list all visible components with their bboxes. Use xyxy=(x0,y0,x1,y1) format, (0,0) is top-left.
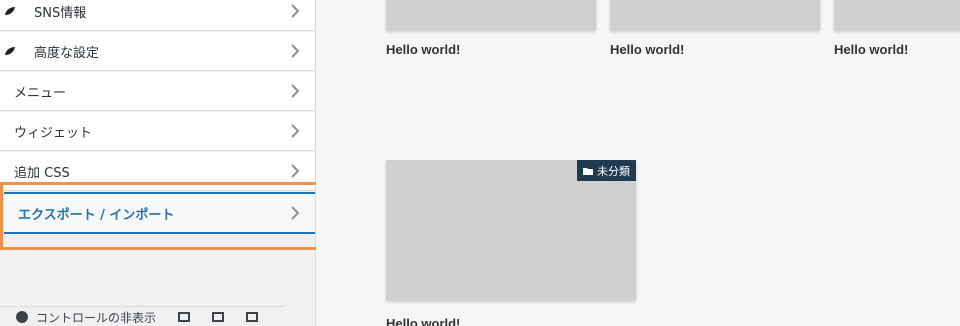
chevron-right-icon xyxy=(291,4,300,18)
post-card[interactable]: Hello world! xyxy=(386,0,596,57)
chevron-right-icon xyxy=(291,164,300,178)
sidebar-item-label: SNS情報 xyxy=(34,5,87,21)
sidebar-item-label: エクスポート / インポート xyxy=(18,207,175,223)
sidebar-item-label: メニュー xyxy=(14,85,67,101)
sidebar-item-export-import[interactable]: エクスポート / インポート xyxy=(4,192,315,234)
chevron-right-icon xyxy=(291,84,300,98)
tablet-preview-icon[interactable] xyxy=(212,312,225,322)
hide-controls-icon[interactable] xyxy=(16,311,28,323)
sidebar-item-advanced[interactable]: 高度な設定 xyxy=(0,32,315,71)
post-title[interactable]: Hello world! xyxy=(386,42,596,57)
post-thumbnail[interactable]: 未分類 xyxy=(386,160,636,300)
leaf-icon xyxy=(5,7,15,15)
sidebar-item-label: ウィジェット xyxy=(14,125,93,141)
sidebar-item-widgets[interactable]: ウィジェット xyxy=(0,112,315,151)
category-badge[interactable]: 未分類 xyxy=(577,160,636,181)
sidebar-item-label: 追加 CSS xyxy=(14,165,70,181)
sidebar-item-label: 高度な設定 xyxy=(34,45,100,61)
post-thumbnail[interactable] xyxy=(386,0,596,30)
leaf-icon xyxy=(5,47,15,55)
folder-icon xyxy=(583,167,593,175)
post-title[interactable]: Hello world! xyxy=(610,42,820,57)
category-label: 未分類 xyxy=(597,164,630,178)
chevron-right-icon xyxy=(291,206,300,220)
site-preview: Hello world! Hello world! Hello world! 未… xyxy=(316,0,960,326)
post-card[interactable]: Hello world! xyxy=(834,0,960,57)
post-thumbnail[interactable] xyxy=(610,0,820,30)
customizer-sidebar: SNS情報 高度な設定 メニュー ウィジェット 追加 CSS エクスポート / … xyxy=(0,0,316,326)
mobile-preview-icon[interactable] xyxy=(246,312,259,322)
customizer-footer: コントロールの非表示 xyxy=(0,306,285,326)
post-card[interactable]: Hello world! xyxy=(610,0,820,57)
desktop-preview-icon[interactable] xyxy=(178,312,191,322)
post-card[interactable]: 未分類 Hello world! xyxy=(386,160,636,326)
hide-controls-label[interactable]: コントロールの非表示 xyxy=(36,309,156,326)
chevron-right-icon xyxy=(291,44,300,58)
chevron-right-icon xyxy=(291,124,300,138)
sidebar-item-menus[interactable]: メニュー xyxy=(0,72,315,111)
post-title[interactable]: Hello world! xyxy=(386,316,636,326)
sidebar-item-sns[interactable]: SNS情報 xyxy=(0,0,315,31)
post-thumbnail[interactable] xyxy=(834,0,960,30)
sidebar-item-additional-css[interactable]: 追加 CSS xyxy=(0,152,315,191)
post-title[interactable]: Hello world! xyxy=(834,42,960,57)
